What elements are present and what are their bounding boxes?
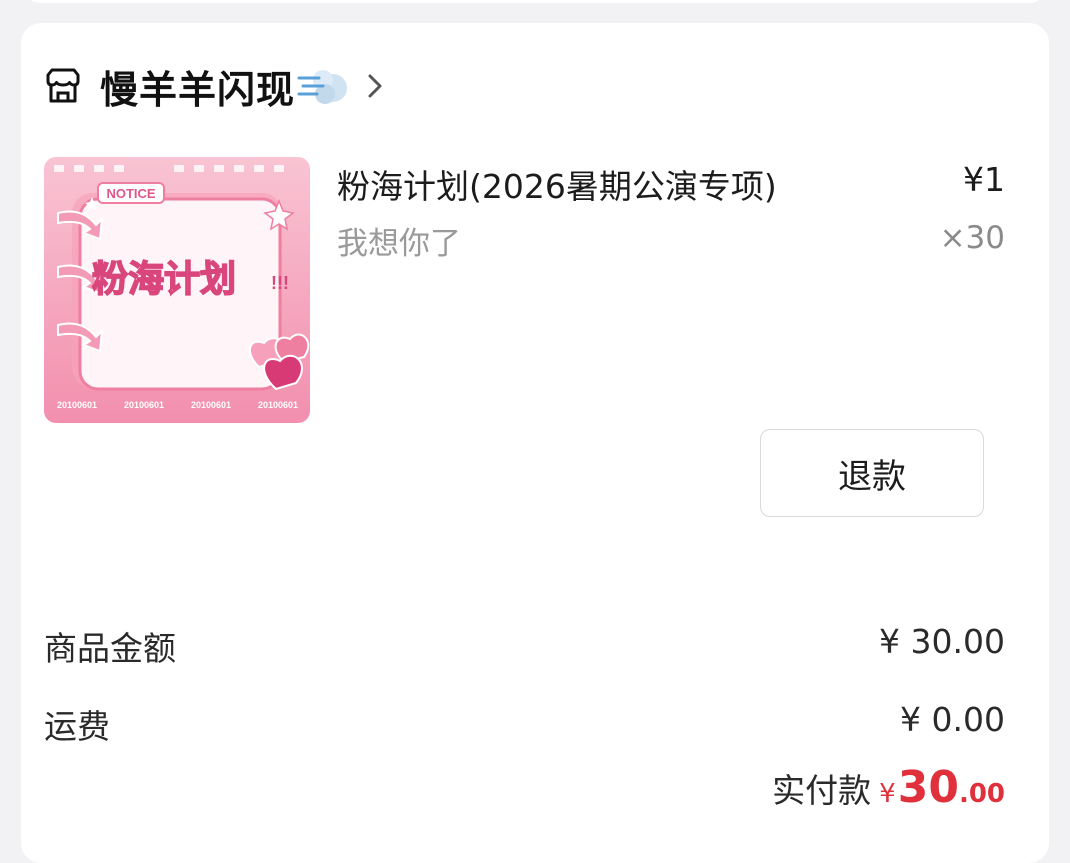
thumbnail-exclaim: !!! — [271, 273, 289, 293]
paid-amount-integer: 30 — [897, 762, 959, 813]
dash-symbol-icon — [297, 70, 348, 104]
shipping-value: ¥ 0.00 — [900, 700, 1005, 739]
code-label: 20100601 — [258, 400, 298, 410]
shop-header[interactable]: 慢羊羊闪现 — [44, 58, 385, 114]
store-icon — [46, 68, 80, 103]
product-image: NOTICE 粉海计划 !!! 20100601 20100601 201006… — [44, 157, 310, 423]
product-thumbnail[interactable]: NOTICE 粉海计划 !!! 20100601 20100601 201006… — [44, 157, 310, 423]
thumbnail-headline: 粉海计划 — [92, 259, 236, 300]
paid-currency-symbol: ¥ — [879, 779, 896, 809]
paid-label: 实付款 — [772, 771, 872, 810]
goods-amount-value: ¥ 30.00 — [879, 622, 1005, 661]
refund-button[interactable]: 退款 — [760, 429, 984, 517]
previous-card-edge — [21, 0, 1049, 3]
code-label: 20100601 — [124, 400, 164, 410]
code-label: 20100601 — [191, 400, 231, 410]
product-variant: 我想你了 — [337, 226, 461, 262]
chevron-right-icon — [368, 74, 382, 98]
shipping-label: 运费 — [44, 707, 110, 746]
quantity: ×30 — [939, 220, 1005, 256]
shop-name: 慢羊羊闪现 — [100, 67, 296, 112]
product-title[interactable]: 粉海计划(2026暑期公演专项) — [337, 160, 777, 208]
paid-amount-decimal: .00 — [958, 779, 1005, 809]
paid-total: 实付款 ¥ 30 .00 — [772, 762, 1005, 813]
notice-label: NOTICE — [106, 186, 155, 201]
goods-amount-label: 商品金额 — [44, 629, 176, 668]
unit-price: ¥1 — [963, 160, 1005, 199]
code-label: 20100601 — [57, 400, 97, 410]
